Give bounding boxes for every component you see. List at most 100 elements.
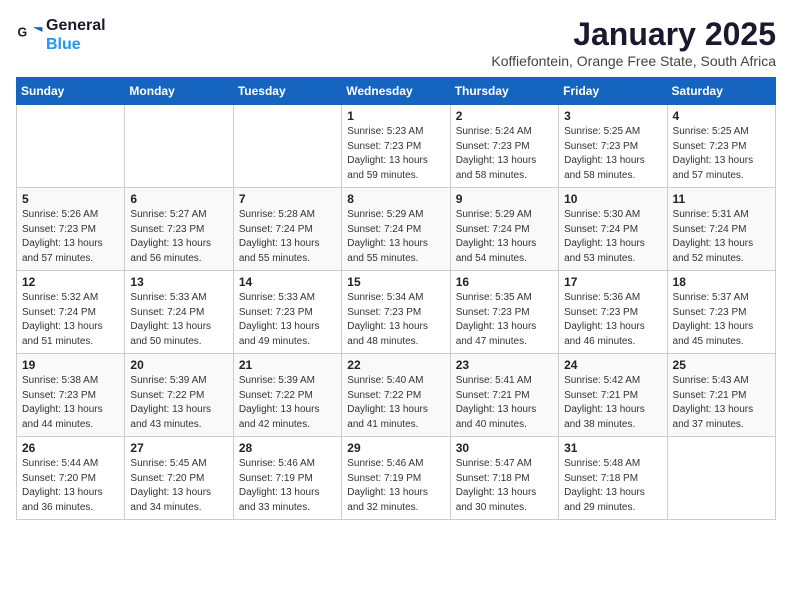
- day-number: 8: [347, 192, 444, 206]
- day-info: Sunrise: 5:42 AM Sunset: 7:21 PM Dayligh…: [564, 374, 661, 432]
- calendar-cell: 5 Sunrise: 5:26 AM Sunset: 7:23 PM Daylig…: [17, 188, 125, 271]
- day-info: Sunrise: 5:23 AM Sunset: 7:23 PM Dayligh…: [347, 125, 444, 183]
- calendar-cell: 3Sunrise: 5:25 AM Sunset: 7:23 PM Daylig…: [559, 105, 667, 188]
- day-info: Sunrise: 5:41 AM Sunset: 7:21 PM Dayligh…: [456, 374, 553, 432]
- day-info: Sunrise: 5:40 AM Sunset: 7:22 PM Dayligh…: [347, 374, 444, 432]
- day-number: 25: [673, 358, 770, 372]
- day-info: Sunrise: 5:31 AM Sunset: 7:24 PM Dayligh…: [673, 208, 770, 266]
- calendar-cell: 17 Sunrise: 5:36 AM Sunset: 7:23 PM Dayli…: [559, 271, 667, 354]
- day-number: 4: [673, 109, 770, 123]
- day-info: Sunrise: 5:27 AM Sunset: 7:23 PM Dayligh…: [130, 208, 227, 266]
- calendar-week-row: 26 Sunrise: 5:44 AM Sunset: 7:20 PM Dayli…: [17, 437, 776, 520]
- day-number: 24: [564, 358, 661, 372]
- day-info: Sunrise: 5:38 AM Sunset: 7:23 PM Dayligh…: [22, 374, 119, 432]
- day-info: Sunrise: 5:46 AM Sunset: 7:19 PM Dayligh…: [239, 457, 336, 515]
- day-number: 27: [130, 441, 227, 455]
- calendar-cell: 28 Sunrise: 5:46 AM Sunset: 7:19 PM Dayli…: [233, 437, 341, 520]
- day-info: Sunrise: 5:30 AM Sunset: 7:24 PM Dayligh…: [564, 208, 661, 266]
- day-number: 2: [456, 109, 553, 123]
- calendar-cell: 20 Sunrise: 5:39 AM Sunset: 7:22 PM Dayli…: [125, 354, 233, 437]
- day-number: 16: [456, 275, 553, 289]
- weekday-header: Friday: [559, 78, 667, 105]
- day-info: Sunrise: 5:34 AM Sunset: 7:23 PM Dayligh…: [347, 291, 444, 349]
- day-number: 1: [347, 109, 444, 123]
- day-info: Sunrise: 5:33 AM Sunset: 7:24 PM Dayligh…: [130, 291, 227, 349]
- calendar-cell: 25 Sunrise: 5:43 AM Sunset: 7:21 PM Dayli…: [667, 354, 775, 437]
- svg-text:G: G: [18, 26, 28, 40]
- calendar-cell: 31 Sunrise: 5:48 AM Sunset: 7:18 PM Dayli…: [559, 437, 667, 520]
- day-info: Sunrise: 5:45 AM Sunset: 7:20 PM Dayligh…: [130, 457, 227, 515]
- calendar-cell: 4Sunrise: 5:25 AM Sunset: 7:23 PM Daylig…: [667, 105, 775, 188]
- day-number: 29: [347, 441, 444, 455]
- calendar-cell: 30 Sunrise: 5:47 AM Sunset: 7:18 PM Dayli…: [450, 437, 558, 520]
- calendar: SundayMondayTuesdayWednesdayThursdayFrid…: [16, 77, 776, 520]
- calendar-week-row: 19 Sunrise: 5:38 AM Sunset: 7:23 PM Dayli…: [17, 354, 776, 437]
- calendar-cell: [125, 105, 233, 188]
- day-info: Sunrise: 5:29 AM Sunset: 7:24 PM Dayligh…: [456, 208, 553, 266]
- day-number: 21: [239, 358, 336, 372]
- calendar-cell: 18 Sunrise: 5:37 AM Sunset: 7:23 PM Dayli…: [667, 271, 775, 354]
- day-info: Sunrise: 5:26 AM Sunset: 7:23 PM Dayligh…: [22, 208, 119, 266]
- calendar-cell: 13 Sunrise: 5:33 AM Sunset: 7:24 PM Dayli…: [125, 271, 233, 354]
- day-number: 22: [347, 358, 444, 372]
- day-info: Sunrise: 5:44 AM Sunset: 7:20 PM Dayligh…: [22, 457, 119, 515]
- calendar-cell: 26 Sunrise: 5:44 AM Sunset: 7:20 PM Dayli…: [17, 437, 125, 520]
- title-block: January 2025 Koffiefontein, Orange Free …: [491, 16, 776, 69]
- day-number: 20: [130, 358, 227, 372]
- calendar-cell: 16 Sunrise: 5:35 AM Sunset: 7:23 PM Dayli…: [450, 271, 558, 354]
- day-info: Sunrise: 5:48 AM Sunset: 7:18 PM Dayligh…: [564, 457, 661, 515]
- calendar-week-row: 12 Sunrise: 5:32 AM Sunset: 7:24 PM Dayli…: [17, 271, 776, 354]
- day-info: Sunrise: 5:43 AM Sunset: 7:21 PM Dayligh…: [673, 374, 770, 432]
- logo-text: General Blue: [46, 16, 106, 54]
- day-info: Sunrise: 5:32 AM Sunset: 7:24 PM Dayligh…: [22, 291, 119, 349]
- day-info: Sunrise: 5:47 AM Sunset: 7:18 PM Dayligh…: [456, 457, 553, 515]
- page-header: G General Blue January 2025 Koffiefontei…: [16, 16, 776, 69]
- day-info: Sunrise: 5:37 AM Sunset: 7:23 PM Dayligh…: [673, 291, 770, 349]
- day-number: 23: [456, 358, 553, 372]
- logo-icon: G: [16, 21, 44, 49]
- calendar-cell: 8Sunrise: 5:29 AM Sunset: 7:24 PM Daylig…: [342, 188, 450, 271]
- calendar-cell: [667, 437, 775, 520]
- calendar-cell: 19 Sunrise: 5:38 AM Sunset: 7:23 PM Dayli…: [17, 354, 125, 437]
- day-number: 28: [239, 441, 336, 455]
- calendar-cell: 9 Sunrise: 5:29 AM Sunset: 7:24 PM Daylig…: [450, 188, 558, 271]
- calendar-cell: 27 Sunrise: 5:45 AM Sunset: 7:20 PM Dayli…: [125, 437, 233, 520]
- day-number: 26: [22, 441, 119, 455]
- day-number: 15: [347, 275, 444, 289]
- day-info: Sunrise: 5:39 AM Sunset: 7:22 PM Dayligh…: [130, 374, 227, 432]
- day-number: 12: [22, 275, 119, 289]
- calendar-cell: 29 Sunrise: 5:46 AM Sunset: 7:19 PM Dayli…: [342, 437, 450, 520]
- calendar-cell: 12 Sunrise: 5:32 AM Sunset: 7:24 PM Dayli…: [17, 271, 125, 354]
- day-number: 19: [22, 358, 119, 372]
- weekday-header-row: SundayMondayTuesdayWednesdayThursdayFrid…: [17, 78, 776, 105]
- day-info: Sunrise: 5:35 AM Sunset: 7:23 PM Dayligh…: [456, 291, 553, 349]
- day-number: 7: [239, 192, 336, 206]
- day-number: 30: [456, 441, 553, 455]
- calendar-cell: 15 Sunrise: 5:34 AM Sunset: 7:23 PM Dayli…: [342, 271, 450, 354]
- weekday-header: Saturday: [667, 78, 775, 105]
- day-number: 17: [564, 275, 661, 289]
- calendar-cell: 1 Sunrise: 5:23 AM Sunset: 7:23 PM Daylig…: [342, 105, 450, 188]
- day-number: 14: [239, 275, 336, 289]
- calendar-cell: 6Sunrise: 5:27 AM Sunset: 7:23 PM Daylig…: [125, 188, 233, 271]
- calendar-cell: 23 Sunrise: 5:41 AM Sunset: 7:21 PM Dayli…: [450, 354, 558, 437]
- day-info: Sunrise: 5:24 AM Sunset: 7:23 PM Dayligh…: [456, 125, 553, 183]
- day-number: 9: [456, 192, 553, 206]
- weekday-header: Sunday: [17, 78, 125, 105]
- logo: G General Blue: [16, 16, 106, 54]
- calendar-cell: 24 Sunrise: 5:42 AM Sunset: 7:21 PM Dayli…: [559, 354, 667, 437]
- day-info: Sunrise: 5:36 AM Sunset: 7:23 PM Dayligh…: [564, 291, 661, 349]
- day-info: Sunrise: 5:25 AM Sunset: 7:23 PM Dayligh…: [564, 125, 661, 183]
- calendar-cell: 21 Sunrise: 5:39 AM Sunset: 7:22 PM Dayli…: [233, 354, 341, 437]
- day-number: 13: [130, 275, 227, 289]
- day-number: 18: [673, 275, 770, 289]
- day-info: Sunrise: 5:46 AM Sunset: 7:19 PM Dayligh…: [347, 457, 444, 515]
- calendar-cell: 14Sunrise: 5:33 AM Sunset: 7:23 PM Dayli…: [233, 271, 341, 354]
- day-number: 31: [564, 441, 661, 455]
- day-number: 5: [22, 192, 119, 206]
- calendar-cell: 22 Sunrise: 5:40 AM Sunset: 7:22 PM Dayli…: [342, 354, 450, 437]
- weekday-header: Thursday: [450, 78, 558, 105]
- calendar-cell: [17, 105, 125, 188]
- weekday-header: Wednesday: [342, 78, 450, 105]
- day-info: Sunrise: 5:39 AM Sunset: 7:22 PM Dayligh…: [239, 374, 336, 432]
